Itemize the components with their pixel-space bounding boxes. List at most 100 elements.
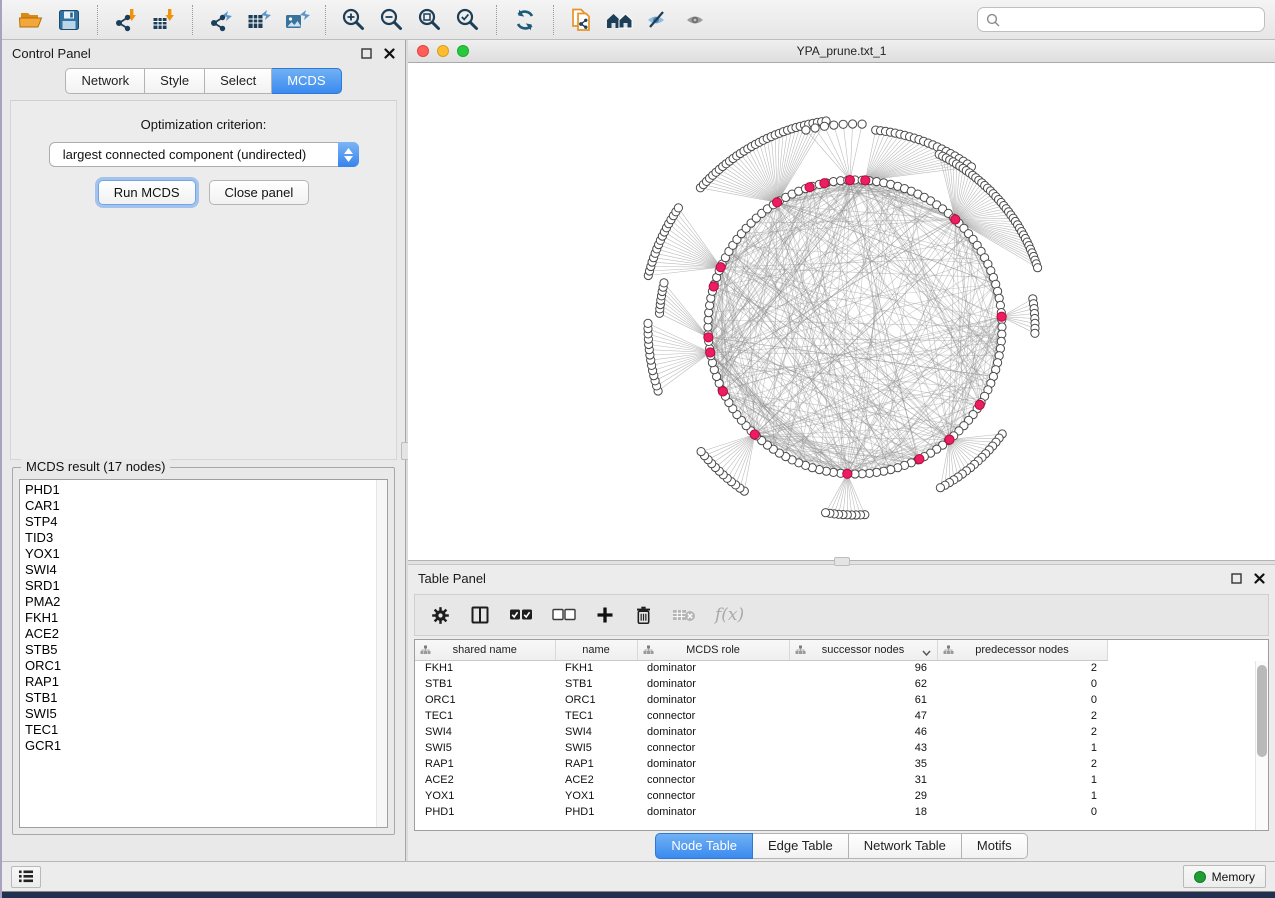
table-row[interactable]: YOX1YOX1connector291 <box>415 788 1107 804</box>
table-cell[interactable]: 2 <box>937 724 1107 740</box>
mcds-result-item[interactable]: STB5 <box>25 642 382 658</box>
float-window-icon[interactable] <box>1231 573 1242 584</box>
table-cell[interactable]: 43 <box>789 740 937 756</box>
mcds-result-list[interactable]: PHD1CAR1STP4TID3YOX1SWI4SRD1PMA2FKH1ACE2… <box>19 479 388 828</box>
mcds-result-item[interactable]: PHD1 <box>25 482 382 498</box>
table-row[interactable]: FKH1FKH1dominator962 <box>415 660 1107 676</box>
table-cell[interactable]: 62 <box>789 676 937 692</box>
table-cell[interactable]: TEC1 <box>415 708 555 724</box>
maximize-window-icon[interactable] <box>457 45 469 57</box>
table-cell[interactable]: 47 <box>789 708 937 724</box>
table-scrollbar-thumb[interactable] <box>1257 665 1267 757</box>
table-scrollbar[interactable] <box>1255 661 1268 830</box>
table-cell[interactable]: RAP1 <box>555 756 637 772</box>
table-row[interactable]: RAP1RAP1dominator352 <box>415 756 1107 772</box>
network-view[interactable] <box>408 63 1275 560</box>
table-cell[interactable]: RAP1 <box>415 756 555 772</box>
table-cell[interactable]: ORC1 <box>555 692 637 708</box>
table-row[interactable]: ACE2ACE2connector311 <box>415 772 1107 788</box>
table-cell[interactable]: connector <box>637 772 789 788</box>
table-cell[interactable]: 2 <box>937 708 1107 724</box>
tab-mcds[interactable]: MCDS <box>272 68 341 94</box>
close-window-icon[interactable] <box>417 45 429 57</box>
table-cell[interactable]: 18 <box>789 804 937 820</box>
table-cell[interactable]: connector <box>637 740 789 756</box>
zoom-in-button[interactable] <box>335 4 373 36</box>
tab-network[interactable]: Network <box>65 68 145 94</box>
hide-selected-button[interactable] <box>639 4 677 36</box>
import-table-button[interactable] <box>145 4 183 36</box>
table-cell[interactable]: ACE2 <box>555 772 637 788</box>
table-cell[interactable]: 1 <box>937 772 1107 788</box>
close-panel-icon[interactable] <box>384 48 395 59</box>
mcds-result-item[interactable]: YOX1 <box>25 546 382 562</box>
table-row[interactable]: SWI4SWI4dominator462 <box>415 724 1107 740</box>
search-input[interactable] <box>1006 13 1256 27</box>
splitter-grip[interactable] <box>834 557 850 566</box>
horizontal-splitter[interactable] <box>408 560 1275 565</box>
table-row[interactable]: TEC1TEC1connector472 <box>415 708 1107 724</box>
memory-button[interactable]: Memory <box>1183 865 1266 888</box>
table-cell[interactable]: YOX1 <box>415 788 555 804</box>
table-cell[interactable]: dominator <box>637 692 789 708</box>
network-window-titlebar[interactable]: YPA_prune.txt_1 <box>408 40 1275 63</box>
table-cell[interactable]: PHD1 <box>555 804 637 820</box>
table-cell[interactable]: FKH1 <box>555 660 637 676</box>
table-cell[interactable]: 2 <box>937 660 1107 676</box>
table-cell[interactable]: STB1 <box>415 676 555 692</box>
import-network-button[interactable] <box>107 4 145 36</box>
tab-edge-table[interactable]: Edge Table <box>753 833 849 859</box>
open-file-button[interactable] <box>12 4 50 36</box>
show-all-button[interactable] <box>677 4 715 36</box>
optimization-criterion-dropdown[interactable]: largest connected component (undirected) <box>49 142 359 167</box>
table-cell[interactable]: 35 <box>789 756 937 772</box>
column-header-name[interactable]: name <box>555 640 637 660</box>
table-cell[interactable]: ACE2 <box>415 772 555 788</box>
table-cell[interactable]: 29 <box>789 788 937 804</box>
minimize-window-icon[interactable] <box>437 45 449 57</box>
node-table[interactable]: shared namenameMCDS rolesuccessor nodesp… <box>415 640 1108 820</box>
mcds-result-item[interactable]: RAP1 <box>25 674 382 690</box>
mcds-result-item[interactable]: ACE2 <box>25 626 382 642</box>
tab-style[interactable]: Style <box>145 68 205 94</box>
table-cell[interactable]: FKH1 <box>415 660 555 676</box>
table-cell[interactable]: SWI4 <box>555 724 637 740</box>
mcds-result-item[interactable]: STP4 <box>25 514 382 530</box>
float-window-icon[interactable] <box>361 48 372 59</box>
tab-node-table[interactable]: Node Table <box>655 833 753 859</box>
tab-motifs[interactable]: Motifs <box>962 833 1028 859</box>
task-history-button[interactable] <box>11 866 41 888</box>
mcds-result-item[interactable]: SWI4 <box>25 562 382 578</box>
table-cell[interactable]: 0 <box>937 676 1107 692</box>
table-cell[interactable]: dominator <box>637 676 789 692</box>
delete-column-button[interactable] <box>634 605 653 626</box>
close-panel-icon[interactable] <box>1254 573 1265 584</box>
table-cell[interactable]: 96 <box>789 660 937 676</box>
duplicate-network-button[interactable] <box>563 4 601 36</box>
mcds-result-item[interactable]: FKH1 <box>25 610 382 626</box>
add-column-button[interactable] <box>595 605 615 625</box>
table-cell[interactable]: 2 <box>937 756 1107 772</box>
table-cell[interactable]: connector <box>637 788 789 804</box>
table-row[interactable]: PHD1PHD1dominator180 <box>415 804 1107 820</box>
table-cell[interactable]: dominator <box>637 724 789 740</box>
network-canvas-svg[interactable] <box>408 63 1272 560</box>
table-cell[interactable]: 1 <box>937 740 1107 756</box>
table-row[interactable]: ORC1ORC1dominator610 <box>415 692 1107 708</box>
table-cell[interactable]: PHD1 <box>415 804 555 820</box>
mcds-result-item[interactable]: SRD1 <box>25 578 382 594</box>
refresh-view-button[interactable] <box>506 4 544 36</box>
table-cell[interactable]: 31 <box>789 772 937 788</box>
table-row[interactable]: STB1STB1dominator620 <box>415 676 1107 692</box>
mcds-result-item[interactable]: ORC1 <box>25 658 382 674</box>
mcds-result-item[interactable]: STB1 <box>25 690 382 706</box>
table-row[interactable]: SWI5SWI5connector431 <box>415 740 1107 756</box>
mcds-result-item[interactable]: TEC1 <box>25 722 382 738</box>
table-cell[interactable]: dominator <box>637 756 789 772</box>
zoom-selected-button[interactable] <box>449 4 487 36</box>
zoom-out-button[interactable] <box>373 4 411 36</box>
table-cell[interactable]: dominator <box>637 804 789 820</box>
table-cell[interactable]: SWI4 <box>415 724 555 740</box>
mcds-result-item[interactable]: GCR1 <box>25 738 382 754</box>
mcds-result-item[interactable]: PMA2 <box>25 594 382 610</box>
